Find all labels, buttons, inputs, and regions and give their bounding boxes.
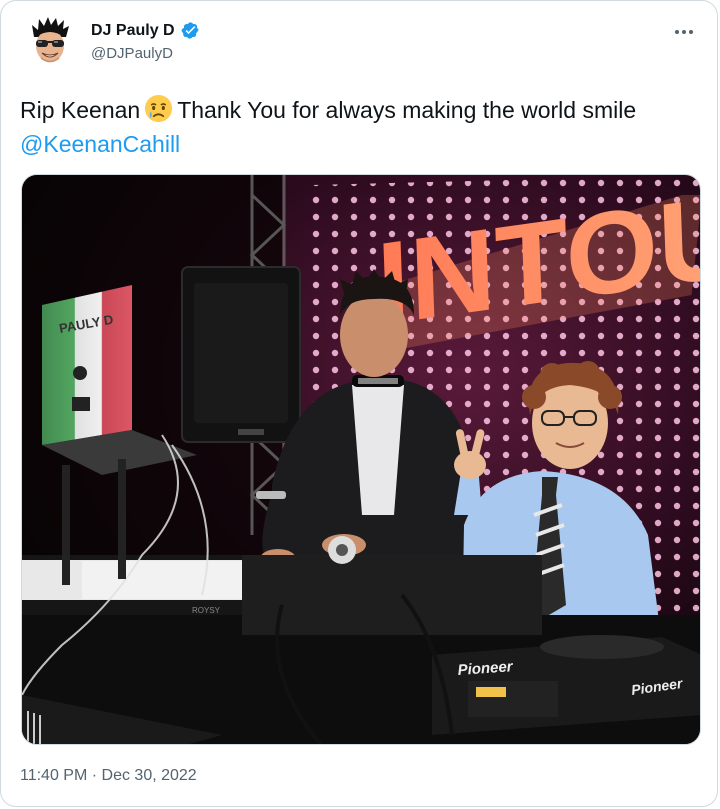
author-handle[interactable]: @DJPaulyD	[91, 45, 173, 62]
tweet-photo[interactable]: INTOUC PAULY D ROYSY Pioneer Pioneer	[21, 174, 701, 745]
mention-link[interactable]: @KeenanCahill	[20, 131, 180, 157]
tweet-text-part-1: Rip Keenan	[20, 97, 141, 123]
tweet-text: Rip Keenan Thank You for always making th…	[20, 93, 700, 161]
photo-dj-booth: INTOUC PAULY D ROYSY Pioneer Pioneer	[22, 175, 700, 744]
avatar[interactable]	[23, 15, 77, 69]
tweet-card: DJ Pauly D @DJPaulyD Rip Keenan Thank You…	[0, 0, 718, 807]
more-dots-icon	[675, 30, 693, 34]
verified-badge-icon	[181, 21, 200, 40]
svg-text:ROYSY: ROYSY	[192, 606, 221, 615]
more-options-button[interactable]	[669, 17, 699, 47]
author-display-name[interactable]: DJ Pauly D	[91, 22, 175, 40]
avatar-cartoon	[23, 15, 77, 69]
tweet-timestamp[interactable]: 11:40 PM · Dec 30, 2022	[20, 767, 197, 785]
crying-face-emoji-icon	[143, 93, 174, 124]
tweet-text-part-2: Thank You for always making the world sm…	[177, 97, 637, 123]
author-name-row: DJ Pauly D	[91, 21, 200, 40]
